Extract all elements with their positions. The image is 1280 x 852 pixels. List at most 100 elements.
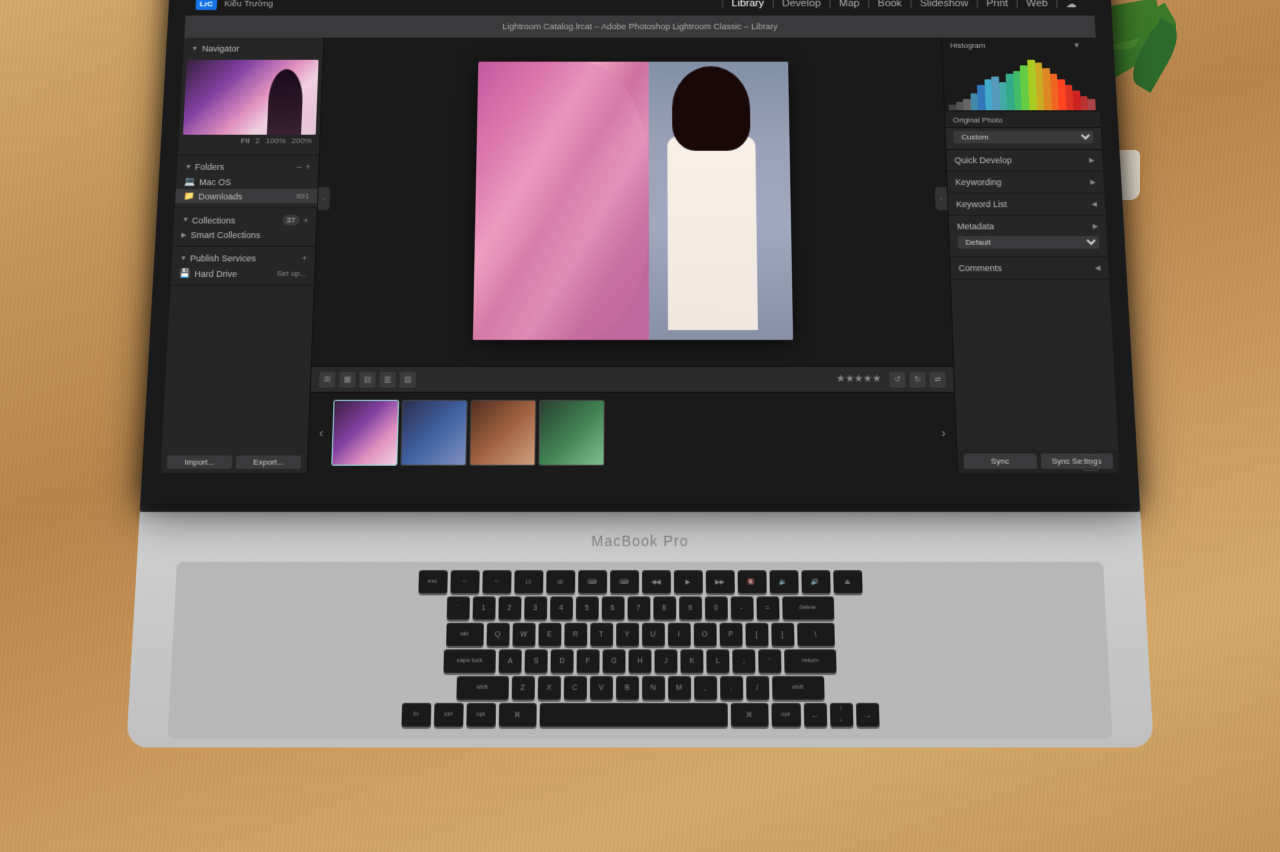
module-library[interactable]: Library (724, 0, 772, 9)
key-esc[interactable]: esc (418, 570, 447, 593)
key-3[interactable]: 3 (524, 596, 547, 619)
rotate-left-btn[interactable]: ↺ (889, 371, 906, 387)
key-comma[interactable]: , (694, 676, 717, 700)
key-o[interactable]: O (693, 623, 716, 646)
key-b[interactable]: B (615, 676, 638, 700)
key-bracket-right[interactable]: ] (771, 623, 794, 646)
compare-btn[interactable]: ⇌ (929, 371, 946, 387)
people-view-btn[interactable]: ▧ (399, 371, 416, 387)
key-equals[interactable]: = (756, 596, 779, 619)
key-x[interactable]: X (537, 676, 560, 700)
key-space[interactable] (539, 703, 727, 727)
key-quote[interactable]: ' (758, 649, 781, 672)
compare-view-btn[interactable]: ▤ (359, 371, 376, 387)
key-slash[interactable]: / (746, 676, 769, 700)
key-k[interactable]: K (680, 649, 703, 672)
key-m[interactable]: M (668, 676, 691, 700)
left-panel-toggle[interactable]: ‹ (318, 187, 331, 210)
key-f3[interactable]: ⊡ (514, 570, 543, 593)
hard-drive-item[interactable]: 💾 Hard Drive Set up... (171, 266, 315, 281)
publish-plus-icon[interactable]: + (302, 254, 308, 264)
key-f7[interactable]: ◀◀ (642, 570, 671, 593)
key-g[interactable]: G (603, 649, 626, 672)
sync-settings-button[interactable]: Sync Settings (1040, 454, 1113, 469)
key-shift-right[interactable]: shift (772, 676, 824, 700)
metadata-header[interactable]: Metadata ▶ (949, 219, 1107, 234)
key-w[interactable]: W (512, 623, 535, 646)
zoom-200[interactable]: 200% (291, 137, 311, 146)
key-arrow-left[interactable]: ← (803, 703, 826, 727)
key-e[interactable]: E (538, 623, 561, 646)
key-j[interactable]: J (655, 649, 678, 672)
key-5[interactable]: 5 (575, 596, 598, 619)
star-rating[interactable]: ★★★★★ (836, 374, 881, 385)
key-r[interactable]: R (564, 623, 587, 646)
quick-develop-header[interactable]: Quick Develop ▶ (946, 153, 1102, 168)
key-y[interactable]: Y (616, 623, 639, 646)
grid-view-btn[interactable]: ⊞ (319, 371, 336, 387)
right-panel-toggle[interactable]: › (935, 187, 948, 210)
zoom-fit[interactable]: Fit (241, 137, 250, 146)
key-8[interactable]: 8 (653, 596, 676, 619)
key-fn[interactable]: fn (401, 703, 431, 727)
filmstrip-scroll-right[interactable]: › (935, 418, 952, 448)
key-backtick[interactable]: ` (446, 596, 469, 619)
module-book[interactable]: Book (870, 0, 910, 9)
key-backslash[interactable]: \ (797, 623, 835, 646)
module-slideshow[interactable]: Slideshow (912, 0, 976, 9)
key-f1[interactable]: ☼ (450, 570, 479, 593)
folders-minus-icon[interactable]: – (296, 162, 301, 172)
module-print[interactable]: Print (978, 0, 1016, 9)
key-tab[interactable]: tab (446, 623, 484, 646)
key-period[interactable]: . (720, 676, 743, 700)
key-shift-left[interactable]: shift (456, 676, 508, 700)
filmstrip-thumb-4[interactable] (538, 400, 604, 466)
key-a[interactable]: A (499, 649, 522, 672)
key-cmd-left[interactable]: ⌘ (498, 703, 536, 727)
filmstrip-thumb-1[interactable] (331, 400, 399, 466)
folders-header[interactable]: ▼ Folders – + (177, 159, 319, 174)
module-develop[interactable]: Develop (774, 0, 828, 9)
zoom-fill[interactable]: 2 (255, 137, 260, 146)
setup-link[interactable]: Set up... (277, 269, 307, 278)
publish-header[interactable]: ▼ Publish Services + (172, 251, 315, 267)
key-h[interactable]: H (629, 649, 652, 672)
key-f[interactable]: F (577, 649, 600, 672)
key-n[interactable]: N (642, 676, 665, 700)
collections-plus-icon[interactable]: + (303, 215, 309, 225)
key-bracket-left[interactable]: [ (745, 623, 768, 646)
folder-downloads[interactable]: 📁 Downloads 891 (175, 189, 317, 203)
zoom-100[interactable]: 100% (265, 137, 285, 146)
keywording-header[interactable]: Keywording ▶ (947, 175, 1104, 190)
key-cmd-right[interactable]: ⌘ (730, 703, 768, 727)
metadata-preset-select[interactable]: Default (957, 236, 1099, 249)
loupe-view-btn[interactable]: ▦ (339, 371, 356, 387)
survey-view-btn[interactable]: ▥ (379, 371, 396, 387)
key-return[interactable]: return (784, 649, 836, 672)
key-semicolon[interactable]: ; (732, 649, 755, 672)
export-button[interactable]: Export... (236, 456, 302, 469)
key-p[interactable]: P (719, 623, 742, 646)
rotate-right-btn[interactable]: ↻ (909, 371, 926, 387)
key-i[interactable]: I (667, 623, 690, 646)
key-s[interactable]: S (525, 649, 548, 672)
key-z[interactable]: Z (511, 676, 534, 700)
key-f12[interactable]: 🔊 (801, 570, 830, 593)
key-c[interactable]: C (563, 676, 586, 700)
module-map[interactable]: Map (831, 0, 867, 9)
key-f9[interactable]: ▶▶ (705, 570, 734, 593)
module-cloud-icon[interactable]: ☁ (1058, 0, 1085, 10)
collections-header[interactable]: ▼ Collections 37 + (174, 212, 317, 228)
key-power[interactable]: ⏏ (833, 570, 862, 593)
key-q[interactable]: Q (486, 623, 509, 646)
key-0[interactable]: 0 (704, 596, 727, 619)
key-f5[interactable]: ⌨ (578, 570, 607, 593)
key-l[interactable]: L (706, 649, 729, 672)
import-button[interactable]: Import... (167, 456, 233, 469)
keyword-list-header[interactable]: Keyword List ◀ (948, 197, 1105, 212)
key-arrow-right[interactable]: → (855, 703, 879, 727)
filmstrip-scroll-left[interactable]: ‹ (313, 418, 330, 448)
key-9[interactable]: 9 (679, 596, 702, 619)
key-f10[interactable]: 🔇 (737, 570, 766, 593)
key-7[interactable]: 7 (627, 596, 650, 619)
